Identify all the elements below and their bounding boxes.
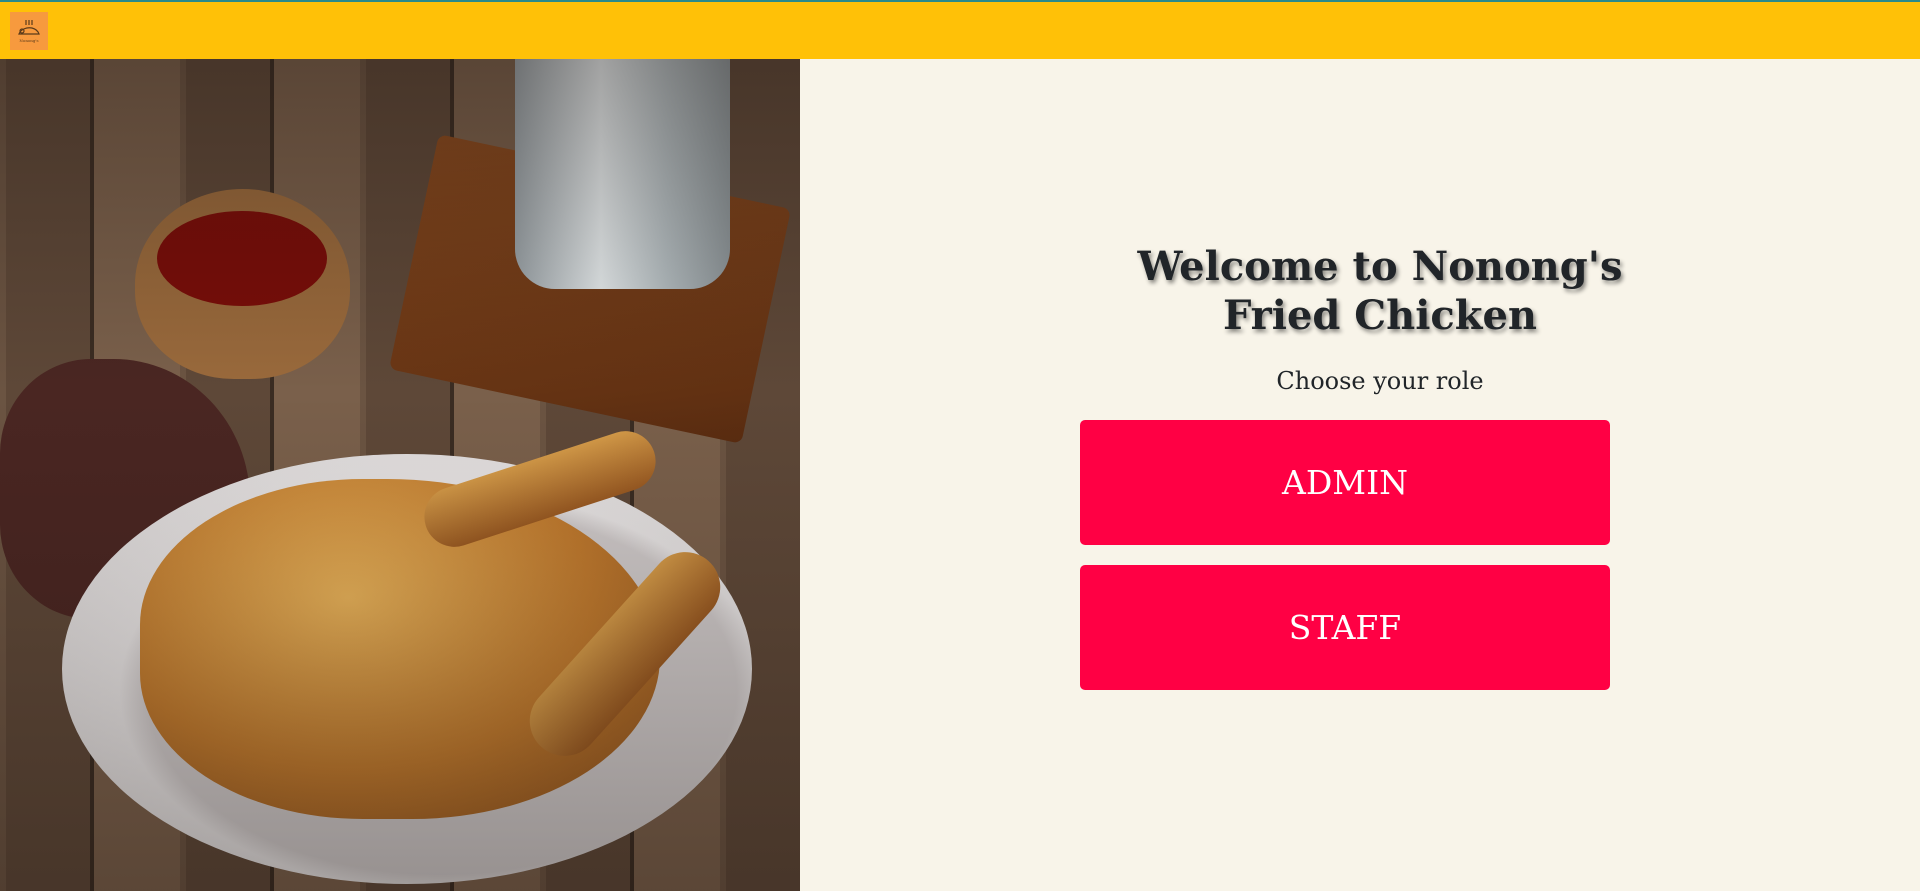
title-line-1: Welcome to Nonong's — [1137, 243, 1623, 290]
role-selection-panel: Welcome to Nonong's Fried Chicken Choose… — [800, 59, 1920, 891]
fried-chicken-logo-icon: Nonong's — [18, 20, 40, 43]
subtitle: Choose your role — [1276, 367, 1484, 395]
hero-food-image — [0, 59, 800, 891]
title-line-2: Fried Chicken — [1222, 292, 1538, 339]
staff-button[interactable]: STAFF — [1080, 565, 1610, 690]
admin-button[interactable]: ADMIN — [1080, 420, 1610, 545]
top-navbar: Nonong's — [0, 0, 1920, 59]
brand-logo[interactable]: Nonong's — [10, 12, 48, 50]
svg-text:Nonong's: Nonong's — [19, 38, 38, 43]
page-title: Welcome to Nonong's Fried Chicken — [800, 242, 1920, 340]
image-shade — [0, 59, 800, 891]
